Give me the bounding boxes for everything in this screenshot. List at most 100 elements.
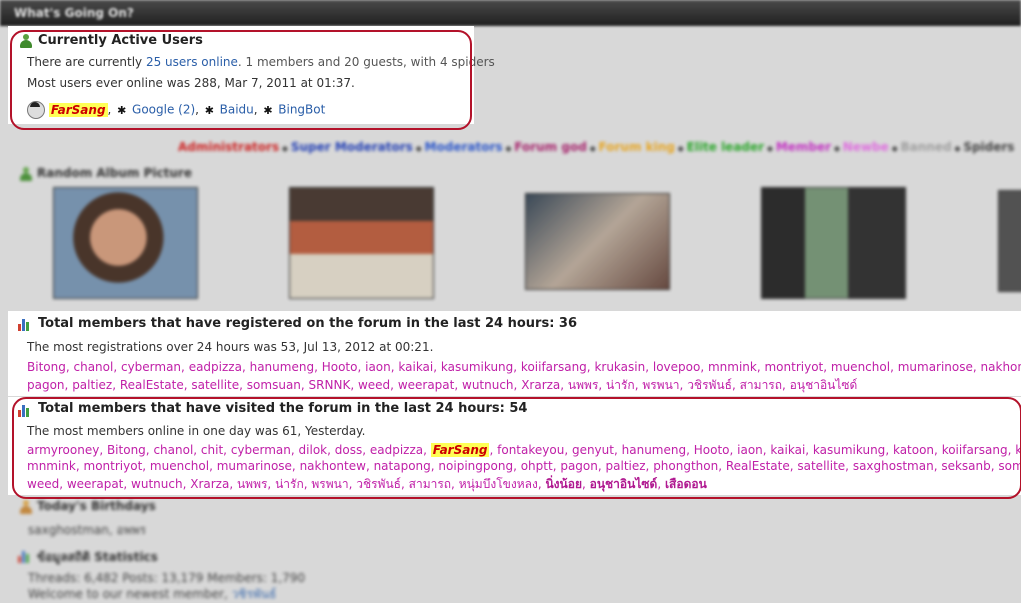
member-link[interactable]: อนุชาอินไซด์ <box>590 477 658 491</box>
online-member-farsang[interactable]: FarSang <box>48 102 108 117</box>
member-link[interactable]: พรพนา <box>642 378 679 392</box>
member-link[interactable]: phongthon <box>653 459 718 473</box>
member-link[interactable]: น่ารัก <box>275 477 304 491</box>
member-link[interactable]: krukasin <box>594 360 645 374</box>
member-link[interactable]: somsuan <box>998 459 1021 473</box>
member-link-farsang[interactable]: FarSang <box>430 443 490 457</box>
album-photo-5[interactable] <box>998 190 1021 292</box>
album-photo-1[interactable] <box>53 187 198 299</box>
member-link[interactable]: Hooto <box>694 443 730 457</box>
member-link[interactable]: doss <box>335 443 362 457</box>
member-link[interactable]: fontakeyou <box>497 443 564 457</box>
member-link[interactable]: eadpizza <box>189 360 242 374</box>
member-link[interactable]: koiifarsang <box>521 360 587 374</box>
bot-baidu[interactable]: Baidu <box>220 103 254 117</box>
album-photo-4[interactable] <box>761 187 906 299</box>
member-link[interactable]: natapong <box>374 459 431 473</box>
member-link[interactable]: เสือดอน <box>665 477 707 491</box>
member-link[interactable]: kaikai <box>398 360 433 374</box>
member-link[interactable]: pagon <box>27 378 65 392</box>
member-link[interactable]: satellite <box>191 378 239 392</box>
member-link[interactable]: Hooto <box>322 360 358 374</box>
bot-google[interactable]: Google (2) <box>132 103 195 117</box>
legend-separator: ◆ <box>586 144 599 153</box>
member-link[interactable]: นิ่งน้อย <box>545 477 582 491</box>
member-link[interactable]: montriyot <box>764 360 823 374</box>
member-link[interactable]: RealEstate <box>120 378 184 392</box>
member-link[interactable]: วชิรพันธ์ <box>356 477 401 491</box>
member-link[interactable]: mnmink <box>708 360 757 374</box>
registered-title: Total members that have registered on th… <box>38 316 578 331</box>
member-link[interactable]: nakhontew <box>300 459 366 473</box>
member-link[interactable]: saxghostman <box>853 459 934 473</box>
member-link[interactable]: อนุชาอินไซด์ <box>790 378 858 392</box>
member-link[interactable]: mumarinose <box>898 360 973 374</box>
newest-member-link[interactable]: วชิรพันธ์ <box>232 587 277 601</box>
member-link[interactable]: muenchol <box>831 360 890 374</box>
birthday-names[interactable]: saxghostman, อพพร <box>28 521 146 540</box>
member-link[interactable]: iaon <box>365 360 391 374</box>
member-link[interactable]: weerapat <box>398 378 455 392</box>
member-link[interactable]: kasumikung <box>813 443 885 457</box>
member-link[interactable]: seksanb <box>941 459 990 473</box>
member-link[interactable]: RealEstate <box>726 459 790 473</box>
member-link[interactable]: chit <box>201 443 223 457</box>
member-link[interactable]: สามารถ <box>409 477 451 491</box>
member-link[interactable]: mnmink <box>27 459 76 473</box>
member-link[interactable]: somsuan <box>247 378 301 392</box>
member-link[interactable]: นพพร <box>237 477 267 491</box>
member-link[interactable]: noipingpong <box>438 459 513 473</box>
member-link[interactable]: cyberman <box>231 443 291 457</box>
member-link[interactable]: weed <box>27 477 59 491</box>
legend-item: Newbe <box>842 140 889 154</box>
member-link[interactable]: wutnuch <box>462 378 514 392</box>
member-link[interactable]: eadpizza <box>370 443 423 457</box>
member-link[interactable]: hanumeng <box>622 443 686 457</box>
member-link[interactable]: katoon <box>893 443 934 457</box>
member-link[interactable]: paltiez <box>606 459 646 473</box>
member-link[interactable]: chanol <box>153 443 193 457</box>
bot-bingbot[interactable]: BingBot <box>278 103 325 117</box>
member-link[interactable]: muenchol <box>150 459 209 473</box>
member-link[interactable]: weed <box>358 378 390 392</box>
member-link[interactable]: Xrarza <box>190 477 229 491</box>
member-link[interactable]: armyrooney <box>27 443 99 457</box>
member-link[interactable]: krukasin <box>1015 443 1021 457</box>
active-users-panel: Currently Active Users There are current… <box>8 26 495 124</box>
member-link[interactable]: สามารถ <box>740 378 782 392</box>
member-link[interactable]: พรพนา <box>311 477 348 491</box>
album-photo-3[interactable] <box>525 193 670 290</box>
member-link[interactable]: genyut <box>572 443 614 457</box>
member-link[interactable]: nakhontew <box>981 360 1021 374</box>
member-link[interactable]: ohptt <box>521 459 553 473</box>
users-online-link[interactable]: 25 users online <box>146 55 238 69</box>
member-link[interactable]: chanol <box>73 360 113 374</box>
member-link[interactable]: วชิรพันธ์ <box>687 378 732 392</box>
member-link[interactable]: นพพร <box>568 378 598 392</box>
album-photo-2[interactable] <box>289 187 434 299</box>
member-link[interactable]: mumarinose <box>217 459 292 473</box>
member-link[interactable]: satellite <box>797 459 845 473</box>
member-link[interactable]: hanumeng <box>250 360 314 374</box>
member-link[interactable]: Bitong <box>107 443 146 457</box>
member-link[interactable]: kaikai <box>770 443 805 457</box>
member-link[interactable]: lovepoo <box>653 360 700 374</box>
member-link[interactable]: weerapat <box>67 477 124 491</box>
legend-separator: ◆ <box>674 144 687 153</box>
member-link[interactable]: Xrarza <box>521 378 560 392</box>
member-link[interactable]: montriyot <box>84 459 143 473</box>
member-link[interactable]: SRNNK <box>309 378 351 392</box>
member-link[interactable]: cyberman <box>121 360 181 374</box>
member-link[interactable]: iaon <box>737 443 763 457</box>
member-link[interactable]: pagon <box>560 459 598 473</box>
member-link[interactable]: kasumikung <box>441 360 513 374</box>
member-link[interactable]: dilok <box>299 443 328 457</box>
summary-prefix: There are currently <box>27 55 143 69</box>
member-link[interactable]: Bitong <box>27 360 66 374</box>
member-link[interactable]: paltiez <box>72 378 112 392</box>
cake-icon <box>20 500 32 514</box>
member-link[interactable]: หนุ่มบึงโขงหลง <box>459 477 538 491</box>
member-link[interactable]: น่ารัก <box>606 378 635 392</box>
member-link[interactable]: wutnuch <box>131 477 183 491</box>
member-link[interactable]: koiifarsang <box>942 443 1008 457</box>
